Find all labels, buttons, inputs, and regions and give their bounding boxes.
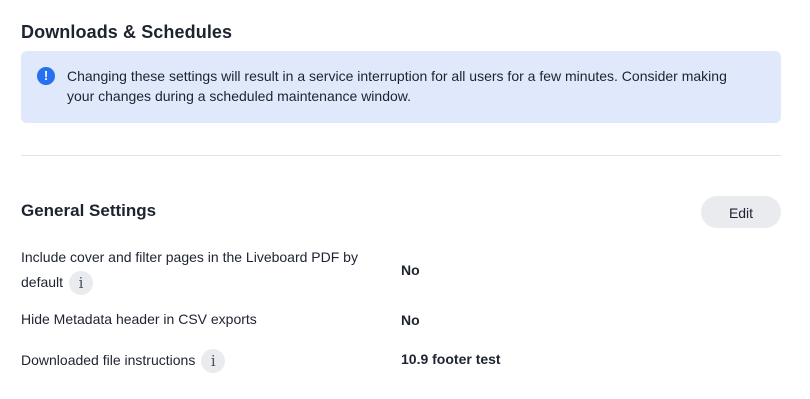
setting-label-hide-metadata: Hide Metadata header in CSV exports [21,311,257,327]
setting-label-line1: Include cover and filter pages in the Li… [21,249,358,265]
setting-label-file-instructions: Downloaded file instructions i [21,348,226,374]
setting-label-line2: default [21,274,64,290]
edit-button[interactable]: Edit [701,196,781,228]
page-title: Downloads & Schedules [21,22,233,42]
setting-label-cover-pages: Include cover and filter pages in the Li… [21,245,358,296]
info-icon[interactable]: i [201,349,226,374]
setting-value-hide-metadata: No [401,312,420,328]
info-banner: ! Changing these settings will result in… [21,51,781,123]
general-settings-title: General Settings [21,201,157,220]
info-icon[interactable]: i [69,271,94,296]
section-divider [21,155,781,156]
setting-value-cover-pages: No [401,262,420,278]
banner-message: Changing these settings will result in a… [67,68,727,104]
exclamation-circle-icon: ! [37,67,55,85]
setting-value-file-instructions: 10.9 footer test [401,351,501,367]
setting-label-text: Downloaded file instructions [21,352,196,368]
